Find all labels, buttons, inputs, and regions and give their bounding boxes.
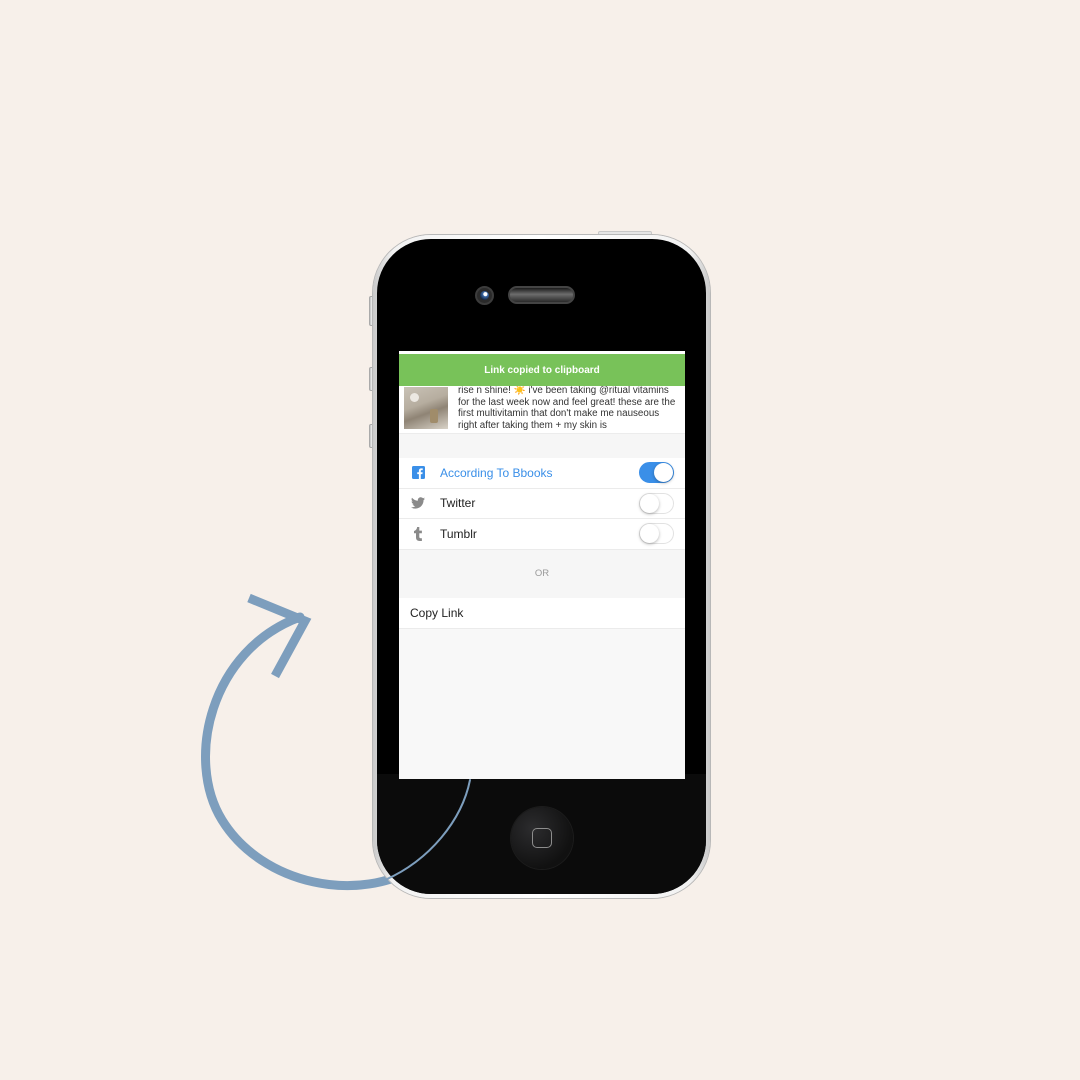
share-destinations: According To Bbooks Twitter Tumblr	[399, 458, 685, 550]
post-preview: rise n shine! ☀️ i've been taking @ritua…	[399, 386, 685, 434]
share-label: Tumblr	[440, 526, 477, 541]
twitter-toggle[interactable]	[639, 492, 674, 514]
tumblr-icon	[411, 526, 425, 541]
facebook-icon	[411, 466, 425, 480]
share-row-tumblr[interactable]: Tumblr	[399, 519, 685, 550]
share-label: According To Bbooks	[440, 465, 553, 480]
post-caption: rise n shine! ☀️ i've been taking @ritua…	[458, 386, 676, 431]
front-camera	[475, 286, 494, 305]
tumblr-toggle[interactable]	[639, 523, 674, 545]
copied-toast: Link copied to clipboard	[399, 354, 685, 386]
toast-text: Link copied to clipboard	[484, 364, 600, 376]
or-text: OR	[534, 568, 550, 579]
phone-screen: Link copied to clipboard rise n shine! ☀…	[399, 351, 685, 779]
or-divider: OR	[399, 549, 685, 598]
share-row-facebook[interactable]: According To Bbooks	[399, 458, 685, 489]
earpiece-speaker	[508, 286, 575, 304]
copy-link-button[interactable]: Copy Link	[399, 597, 685, 629]
twitter-icon	[411, 496, 425, 510]
home-square-icon	[532, 828, 552, 848]
home-button[interactable]	[511, 807, 573, 869]
copy-link-label: Copy Link	[410, 605, 464, 620]
post-thumbnail	[404, 387, 448, 429]
facebook-toggle[interactable]	[639, 462, 674, 484]
share-label: Twitter	[440, 496, 476, 511]
share-row-twitter[interactable]: Twitter	[399, 489, 685, 519]
